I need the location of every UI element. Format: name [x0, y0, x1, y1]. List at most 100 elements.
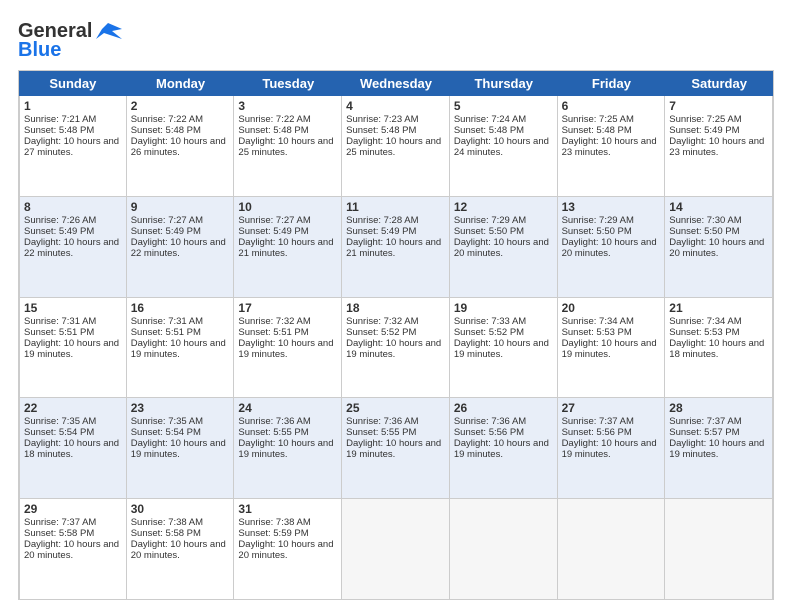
- calendar-cell: 10Sunrise: 7:27 AMSunset: 5:49 PMDayligh…: [234, 197, 342, 297]
- main-container: General Blue SundayMondayTuesdayWednesda…: [0, 0, 792, 612]
- day-number: 12: [454, 200, 553, 214]
- daylight-text: Daylight: 10 hours and 19 minutes.: [131, 338, 230, 360]
- daylight-text: Daylight: 10 hours and 25 minutes.: [346, 136, 445, 158]
- calendar-body: 1Sunrise: 7:21 AMSunset: 5:48 PMDaylight…: [19, 96, 773, 599]
- sunrise-text: Sunrise: 7:36 AM: [238, 416, 337, 427]
- day-number: 16: [131, 301, 230, 315]
- daylight-text: Daylight: 10 hours and 19 minutes.: [562, 438, 661, 460]
- sunset-text: Sunset: 5:50 PM: [669, 226, 768, 237]
- calendar-cell: [558, 499, 666, 599]
- sunset-text: Sunset: 5:49 PM: [238, 226, 337, 237]
- sunrise-text: Sunrise: 7:34 AM: [562, 316, 661, 327]
- day-number: 26: [454, 401, 553, 415]
- daylight-text: Daylight: 10 hours and 19 minutes.: [24, 338, 122, 360]
- sunrise-text: Sunrise: 7:25 AM: [669, 114, 768, 125]
- calendar-cell: 29Sunrise: 7:37 AMSunset: 5:58 PMDayligh…: [19, 499, 127, 599]
- calendar-week-2: 8Sunrise: 7:26 AMSunset: 5:49 PMDaylight…: [19, 197, 773, 298]
- day-number: 19: [454, 301, 553, 315]
- day-number: 14: [669, 200, 768, 214]
- calendar-week-3: 15Sunrise: 7:31 AMSunset: 5:51 PMDayligh…: [19, 298, 773, 399]
- daylight-text: Daylight: 10 hours and 20 minutes.: [131, 539, 230, 561]
- sunrise-text: Sunrise: 7:32 AM: [238, 316, 337, 327]
- daylight-text: Daylight: 10 hours and 19 minutes.: [238, 438, 337, 460]
- sunset-text: Sunset: 5:51 PM: [24, 327, 122, 338]
- daylight-text: Daylight: 10 hours and 24 minutes.: [454, 136, 553, 158]
- sunset-text: Sunset: 5:51 PM: [238, 327, 337, 338]
- calendar-week-4: 22Sunrise: 7:35 AMSunset: 5:54 PMDayligh…: [19, 398, 773, 499]
- day-number: 18: [346, 301, 445, 315]
- sunset-text: Sunset: 5:52 PM: [454, 327, 553, 338]
- sunset-text: Sunset: 5:48 PM: [454, 125, 553, 136]
- day-number: 4: [346, 99, 445, 113]
- sunset-text: Sunset: 5:53 PM: [562, 327, 661, 338]
- calendar-cell: [342, 499, 450, 599]
- logo: General Blue: [18, 20, 122, 62]
- day-number: 11: [346, 200, 445, 214]
- day-number: 27: [562, 401, 661, 415]
- sunset-text: Sunset: 5:54 PM: [24, 427, 122, 438]
- day-number: 25: [346, 401, 445, 415]
- calendar-cell: 15Sunrise: 7:31 AMSunset: 5:51 PMDayligh…: [19, 298, 127, 398]
- calendar-cell: 6Sunrise: 7:25 AMSunset: 5:48 PMDaylight…: [558, 96, 666, 196]
- calendar-header-sunday: Sunday: [19, 71, 127, 96]
- sunset-text: Sunset: 5:55 PM: [346, 427, 445, 438]
- calendar-cell: 2Sunrise: 7:22 AMSunset: 5:48 PMDaylight…: [127, 96, 235, 196]
- calendar-cell: 7Sunrise: 7:25 AMSunset: 5:49 PMDaylight…: [665, 96, 773, 196]
- daylight-text: Daylight: 10 hours and 25 minutes.: [238, 136, 337, 158]
- calendar-week-5: 29Sunrise: 7:37 AMSunset: 5:58 PMDayligh…: [19, 499, 773, 599]
- sunrise-text: Sunrise: 7:22 AM: [238, 114, 337, 125]
- logo-bird-icon: [94, 21, 122, 43]
- sunset-text: Sunset: 5:56 PM: [562, 427, 661, 438]
- sunrise-text: Sunrise: 7:21 AM: [24, 114, 122, 125]
- daylight-text: Daylight: 10 hours and 20 minutes.: [562, 237, 661, 259]
- calendar-cell: 14Sunrise: 7:30 AMSunset: 5:50 PMDayligh…: [665, 197, 773, 297]
- daylight-text: Daylight: 10 hours and 19 minutes.: [346, 438, 445, 460]
- calendar-cell: 4Sunrise: 7:23 AMSunset: 5:48 PMDaylight…: [342, 96, 450, 196]
- day-number: 6: [562, 99, 661, 113]
- calendar-header-friday: Friday: [558, 71, 666, 96]
- sunrise-text: Sunrise: 7:25 AM: [562, 114, 661, 125]
- daylight-text: Daylight: 10 hours and 19 minutes.: [131, 438, 230, 460]
- sunrise-text: Sunrise: 7:35 AM: [131, 416, 230, 427]
- sunset-text: Sunset: 5:48 PM: [24, 125, 122, 136]
- calendar-cell: 16Sunrise: 7:31 AMSunset: 5:51 PMDayligh…: [127, 298, 235, 398]
- daylight-text: Daylight: 10 hours and 26 minutes.: [131, 136, 230, 158]
- sunrise-text: Sunrise: 7:27 AM: [238, 215, 337, 226]
- sunset-text: Sunset: 5:48 PM: [238, 125, 337, 136]
- sunset-text: Sunset: 5:51 PM: [131, 327, 230, 338]
- sunrise-text: Sunrise: 7:30 AM: [669, 215, 768, 226]
- sunrise-text: Sunrise: 7:28 AM: [346, 215, 445, 226]
- sunset-text: Sunset: 5:49 PM: [346, 226, 445, 237]
- sunset-text: Sunset: 5:57 PM: [669, 427, 768, 438]
- day-number: 5: [454, 99, 553, 113]
- calendar-cell: 24Sunrise: 7:36 AMSunset: 5:55 PMDayligh…: [234, 398, 342, 498]
- calendar-cell: 17Sunrise: 7:32 AMSunset: 5:51 PMDayligh…: [234, 298, 342, 398]
- daylight-text: Daylight: 10 hours and 23 minutes.: [562, 136, 661, 158]
- daylight-text: Daylight: 10 hours and 20 minutes.: [669, 237, 768, 259]
- calendar-cell: [450, 499, 558, 599]
- day-number: 29: [24, 502, 122, 516]
- daylight-text: Daylight: 10 hours and 19 minutes.: [238, 338, 337, 360]
- sunset-text: Sunset: 5:49 PM: [669, 125, 768, 136]
- sunset-text: Sunset: 5:58 PM: [131, 528, 230, 539]
- calendar-cell: 27Sunrise: 7:37 AMSunset: 5:56 PMDayligh…: [558, 398, 666, 498]
- sunset-text: Sunset: 5:59 PM: [238, 528, 337, 539]
- calendar-cell: 11Sunrise: 7:28 AMSunset: 5:49 PMDayligh…: [342, 197, 450, 297]
- daylight-text: Daylight: 10 hours and 19 minutes.: [454, 438, 553, 460]
- daylight-text: Daylight: 10 hours and 22 minutes.: [24, 237, 122, 259]
- sunrise-text: Sunrise: 7:35 AM: [24, 416, 122, 427]
- calendar-header-saturday: Saturday: [665, 71, 773, 96]
- calendar-cell: 21Sunrise: 7:34 AMSunset: 5:53 PMDayligh…: [665, 298, 773, 398]
- sunrise-text: Sunrise: 7:31 AM: [24, 316, 122, 327]
- sunrise-text: Sunrise: 7:33 AM: [454, 316, 553, 327]
- sunrise-text: Sunrise: 7:37 AM: [669, 416, 768, 427]
- day-number: 15: [24, 301, 122, 315]
- calendar-cell: 26Sunrise: 7:36 AMSunset: 5:56 PMDayligh…: [450, 398, 558, 498]
- calendar-header-wednesday: Wednesday: [342, 71, 450, 96]
- sunrise-text: Sunrise: 7:29 AM: [562, 215, 661, 226]
- daylight-text: Daylight: 10 hours and 19 minutes.: [669, 438, 768, 460]
- sunrise-text: Sunrise: 7:31 AM: [131, 316, 230, 327]
- sunset-text: Sunset: 5:49 PM: [24, 226, 122, 237]
- day-number: 20: [562, 301, 661, 315]
- day-number: 7: [669, 99, 768, 113]
